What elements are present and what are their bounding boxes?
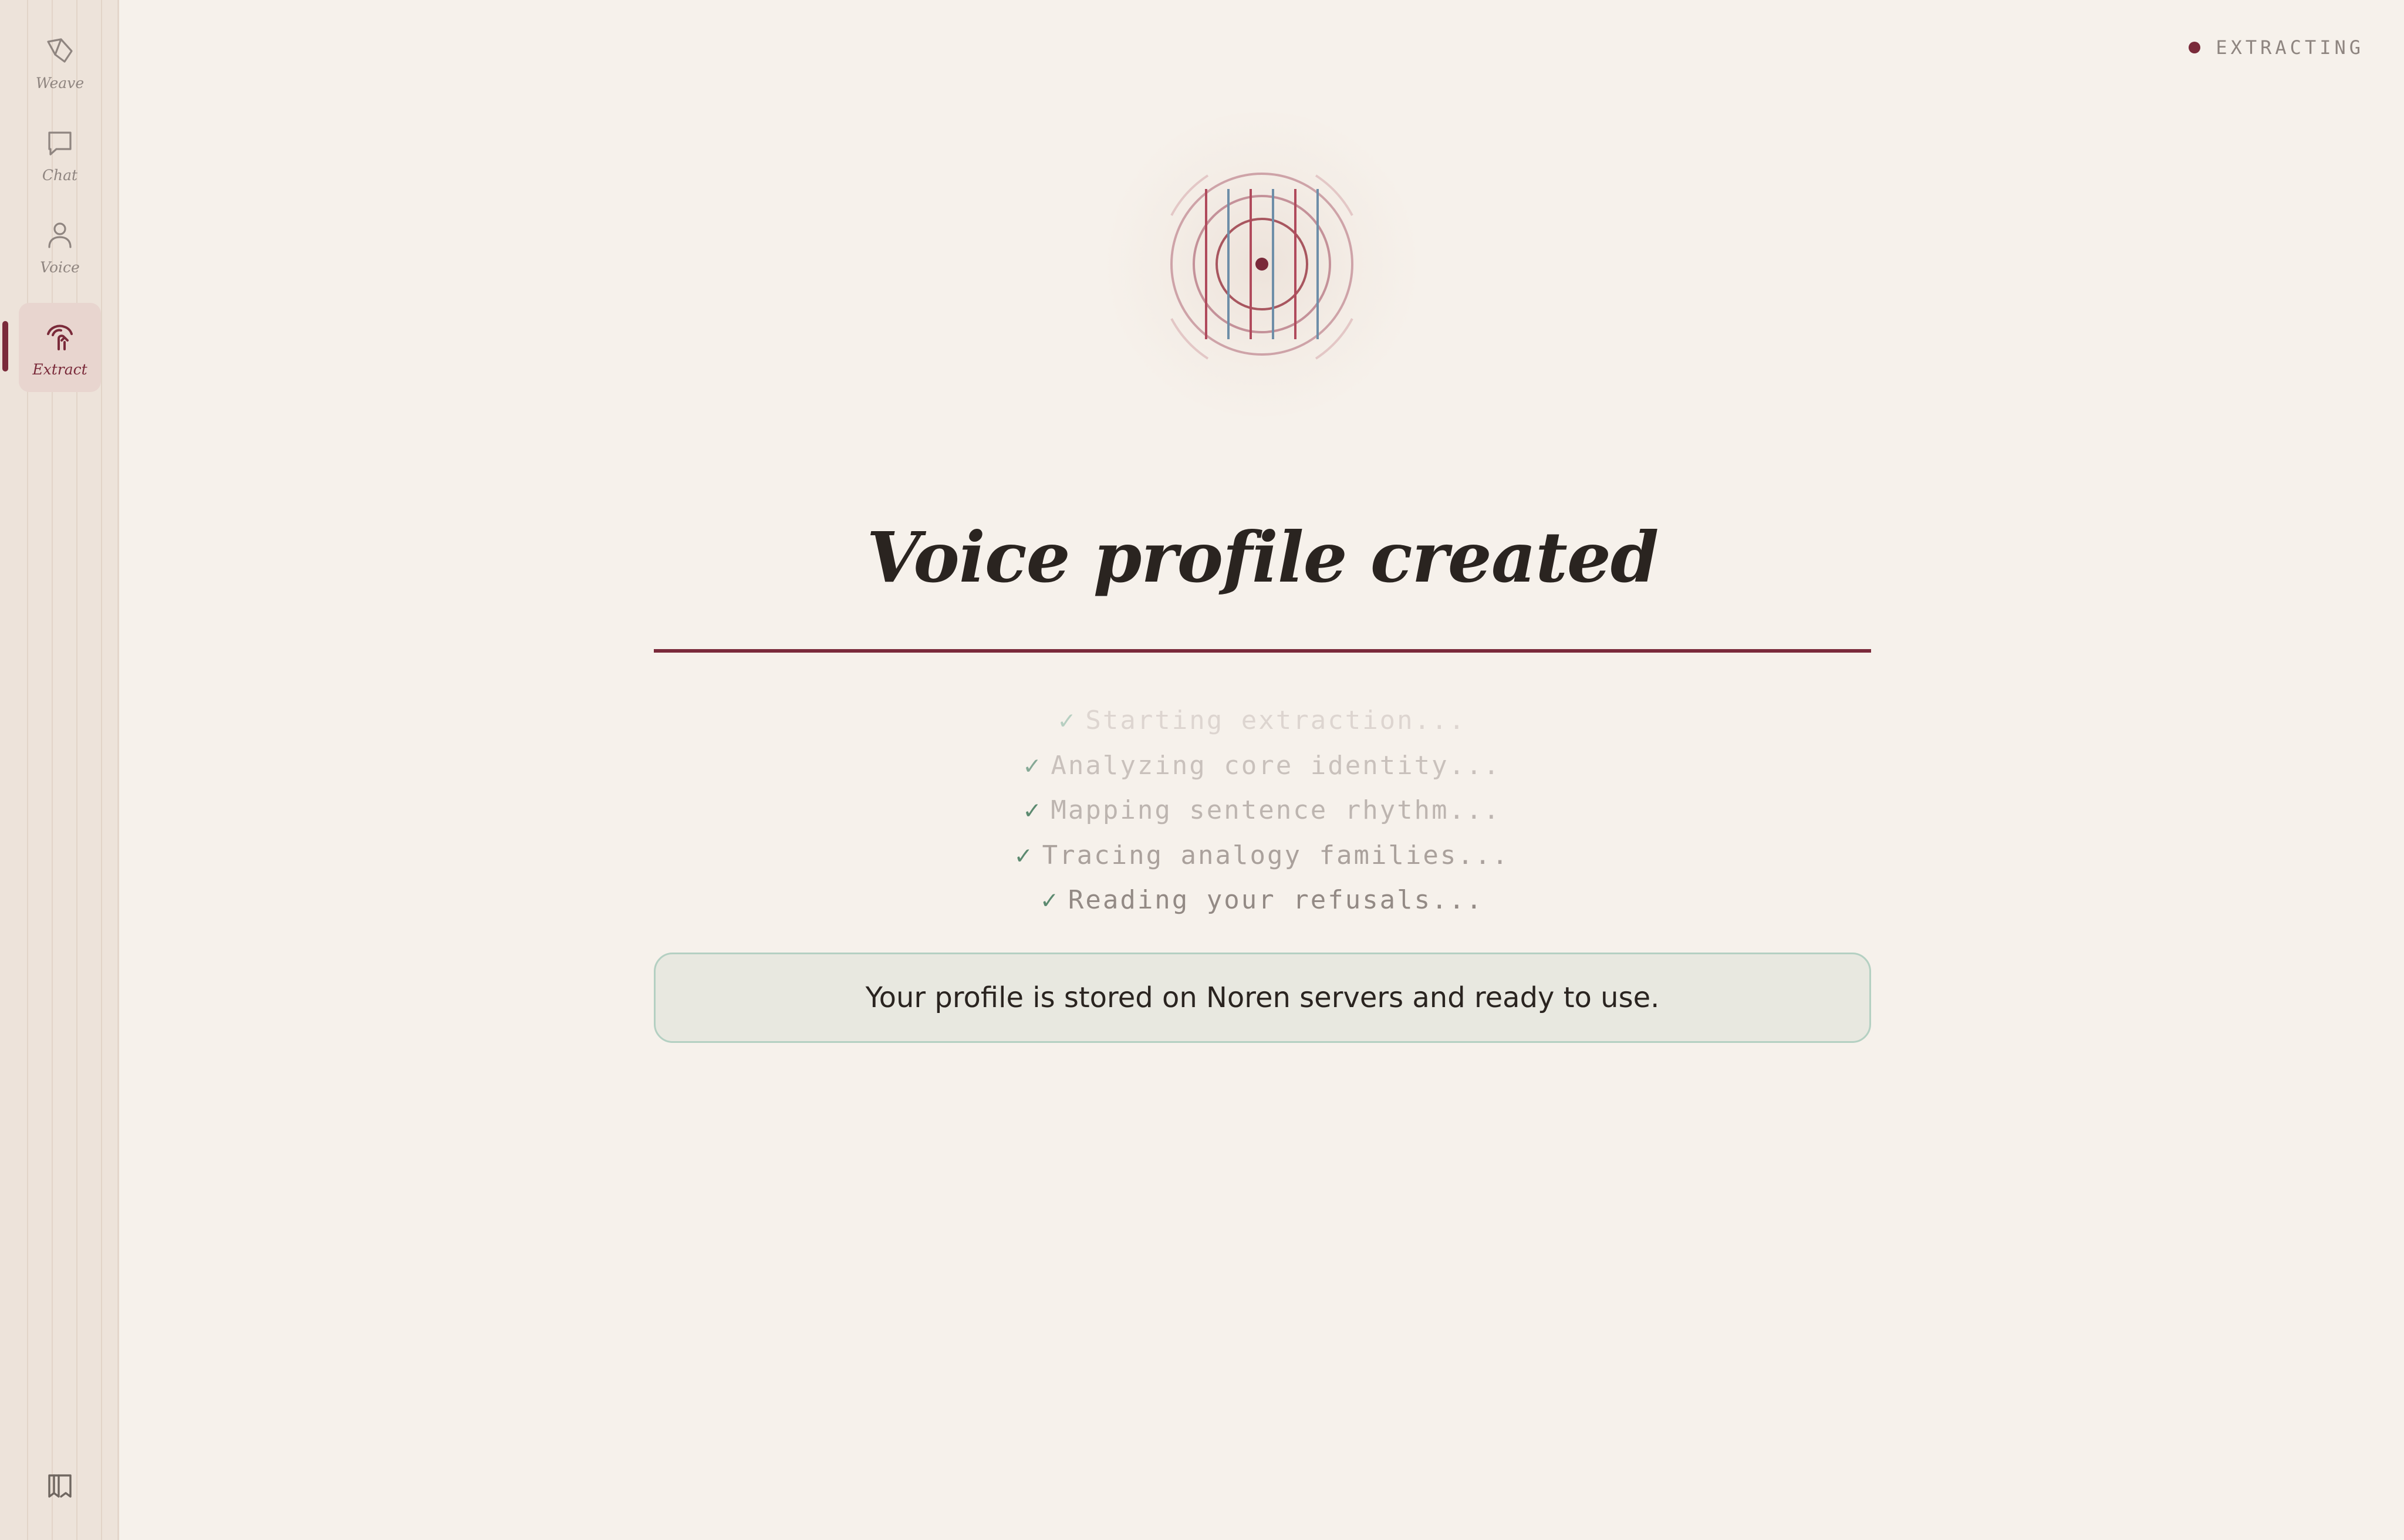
extraction-steps: ✓ Starting extraction... ✓ Analyzing core … xyxy=(654,698,1871,923)
chat-bubble-icon xyxy=(42,126,77,161)
status-label: EXTRACTING xyxy=(2216,36,2364,59)
check-icon: ✓ xyxy=(1015,840,1033,870)
list-item: ✓ Analyzing core identity... xyxy=(654,744,1871,789)
check-icon: ✓ xyxy=(1024,795,1042,825)
book-icon[interactable] xyxy=(46,1472,74,1500)
sidebar-item-label: Voice xyxy=(40,258,80,276)
sidebar-item-weave[interactable]: Weave xyxy=(19,16,101,106)
step-text: Reading your refusals... xyxy=(1068,885,1484,915)
sidebar-item-label: Weave xyxy=(35,74,85,92)
sidebar-item-chat[interactable]: Chat xyxy=(19,109,101,198)
sidebar-rule xyxy=(101,0,102,1540)
app-window: Weave Chat Voice Extract EXTRACTING Voic… xyxy=(0,0,2404,1540)
step-text: Analyzing core identity... xyxy=(1051,750,1501,781)
pen-nib-icon xyxy=(42,33,77,69)
status-indicator: EXTRACTING xyxy=(2189,36,2364,59)
sidebar: Weave Chat Voice Extract xyxy=(0,0,119,1540)
check-icon: ✓ xyxy=(1041,885,1059,915)
voice-emblem-icon xyxy=(1170,173,1353,360)
check-icon: ✓ xyxy=(1058,705,1076,735)
sidebar-item-label: Chat xyxy=(42,166,78,184)
success-notice: Your profile is stored on Noren servers … xyxy=(654,953,1871,1043)
sidebar-item-voice[interactable]: Voice xyxy=(19,201,101,290)
list-item: ✓ Starting extraction... xyxy=(654,698,1871,744)
sidebar-item-label: Extract xyxy=(32,360,87,378)
list-item: ✓ Tracing analogy families... xyxy=(654,833,1871,879)
person-icon xyxy=(42,218,77,253)
status-dot xyxy=(2189,42,2201,53)
list-item: ✓ Reading your refusals... xyxy=(654,878,1871,923)
extract-icon xyxy=(42,320,77,355)
sidebar-item-extract[interactable]: Extract xyxy=(19,303,101,392)
active-indicator xyxy=(2,321,8,372)
check-icon: ✓ xyxy=(1024,750,1042,781)
title-divider xyxy=(654,649,1871,653)
page-title: Voice profile created xyxy=(866,516,1659,598)
step-text: Mapping sentence rhythm... xyxy=(1051,795,1501,825)
list-item: ✓ Mapping sentence rhythm... xyxy=(654,788,1871,833)
step-text: Starting extraction... xyxy=(1085,705,1467,735)
step-text: Tracing analogy families... xyxy=(1042,840,1510,870)
